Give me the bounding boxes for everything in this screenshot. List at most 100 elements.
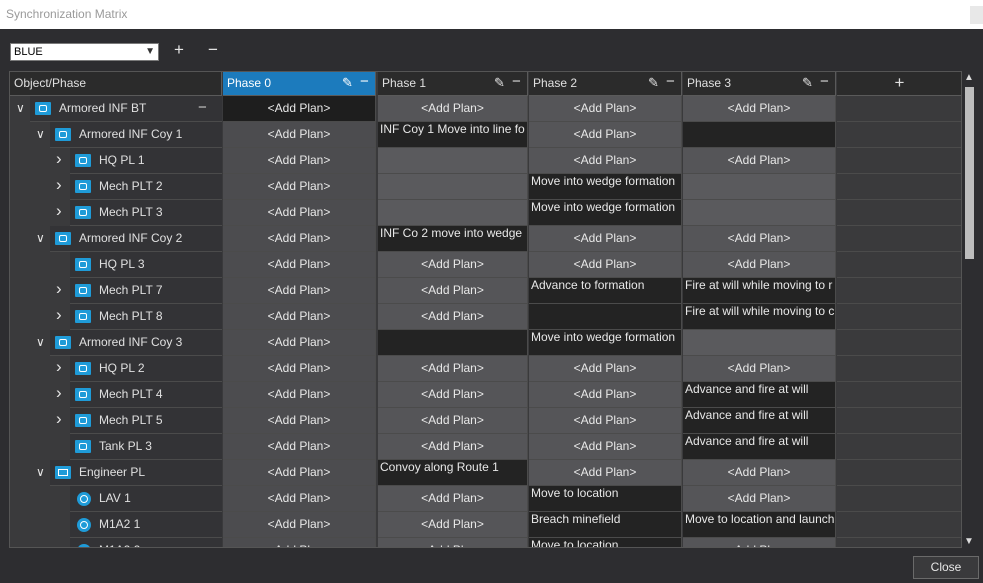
scroll-up-icon[interactable]: ▲ xyxy=(964,72,974,83)
add-plan-button[interactable]: <Add Plan> xyxy=(529,252,682,278)
add-plan-button[interactable]: <Add Plan> xyxy=(683,148,836,174)
tree-row[interactable]: ∨ Armored INF Coy 2 xyxy=(10,226,222,252)
scrollbar-thumb[interactable] xyxy=(965,87,974,259)
pencil-icon[interactable]: ✎ xyxy=(342,72,353,94)
add-plan-button[interactable]: <Add Plan> xyxy=(223,330,376,356)
add-plan-button[interactable]: <Add Plan> xyxy=(683,460,836,486)
add-plan-button[interactable]: <Add Plan> xyxy=(223,460,376,486)
tree-row[interactable]: ∨ Armored INF Coy 3 xyxy=(10,330,222,356)
close-button[interactable]: Close xyxy=(913,556,979,579)
tree-row[interactable]: Tank PL 3 xyxy=(10,434,222,460)
chevron-down-icon[interactable]: ∨ xyxy=(36,122,45,147)
phase-header-1[interactable]: Phase 1 ✎ − xyxy=(378,72,528,96)
add-plan-button[interactable]: <Add Plan> xyxy=(223,382,376,408)
add-plan-button[interactable]: <Add Plan> xyxy=(683,252,836,278)
tree-row[interactable]: M1A2 2 xyxy=(10,538,222,547)
tree-row[interactable]: › Mech PLT 5 xyxy=(10,408,222,434)
add-plan-button[interactable]: <Add Plan> xyxy=(529,434,682,460)
tree-row[interactable]: › Mech PLT 7 xyxy=(10,278,222,304)
remove-phase-icon[interactable]: − xyxy=(820,72,829,93)
chevron-right-icon[interactable]: › xyxy=(56,380,62,405)
tree-row[interactable]: ∨ Armored INF BT − xyxy=(10,95,222,122)
plan-entry[interactable]: Advance and fire at will xyxy=(683,408,836,434)
add-plan-button[interactable]: <Add Plan> xyxy=(378,252,528,278)
add-plan-button[interactable]: <Add Plan> xyxy=(529,382,682,408)
remove-phase-icon[interactable]: − xyxy=(360,72,369,93)
plan-entry[interactable]: INF Co 2 move into wedge xyxy=(378,226,528,252)
chevron-right-icon[interactable]: › xyxy=(56,198,62,223)
plan-entry[interactable]: Convoy along Route 1 xyxy=(378,460,528,486)
plan-entry[interactable]: Advance and fire at will xyxy=(683,434,836,460)
add-plan-button[interactable]: <Add Plan> xyxy=(529,96,682,122)
chevron-down-icon[interactable]: ∨ xyxy=(36,226,45,251)
side-select[interactable]: BLUE ▼ xyxy=(10,43,159,61)
remove-phase-icon[interactable]: − xyxy=(666,72,675,93)
add-plan-button[interactable]: <Add Plan> xyxy=(223,252,376,278)
tree-row[interactable]: › HQ PL 1 xyxy=(10,148,222,174)
add-plan-button[interactable]: <Add Plan> xyxy=(223,96,376,122)
tree-row[interactable]: › Mech PLT 4 xyxy=(10,382,222,408)
scroll-down-icon[interactable]: ▼ xyxy=(964,536,974,547)
add-plan-button[interactable]: <Add Plan> xyxy=(683,226,836,252)
add-plan-button[interactable]: <Add Plan> xyxy=(223,434,376,460)
add-plan-button[interactable]: <Add Plan> xyxy=(378,304,528,330)
add-plan-button[interactable]: <Add Plan> xyxy=(223,356,376,382)
add-plan-button[interactable]: <Add Plan> xyxy=(223,200,376,226)
plan-entry[interactable]: Move into wedge formation xyxy=(529,200,682,226)
add-plan-button[interactable]: <Add Plan> xyxy=(683,486,836,512)
collapse-row-icon[interactable]: − xyxy=(198,95,207,120)
add-plan-button[interactable]: <Add Plan> xyxy=(223,122,376,148)
chevron-right-icon[interactable]: › xyxy=(56,354,62,379)
pencil-icon[interactable]: ✎ xyxy=(648,72,659,94)
plan-entry[interactable]: Fire at will while moving to r xyxy=(683,278,836,304)
tree-row[interactable]: ∨ Armored INF Coy 1 xyxy=(10,122,222,148)
add-phase-button[interactable]: + xyxy=(837,72,961,96)
chevron-down-icon[interactable]: ∨ xyxy=(16,96,25,121)
add-side-button[interactable]: + xyxy=(170,40,188,62)
add-plan-button[interactable]: <Add Plan> xyxy=(223,174,376,200)
plan-entry[interactable]: Move to location and launch xyxy=(683,512,836,538)
tree-row[interactable]: M1A2 1 xyxy=(10,512,222,538)
tree-row[interactable]: › Mech PLT 2 xyxy=(10,174,222,200)
tree-row[interactable]: › Mech PLT 8 xyxy=(10,304,222,330)
add-plan-button[interactable]: <Add Plan> xyxy=(378,382,528,408)
chevron-right-icon[interactable]: › xyxy=(56,406,62,431)
add-plan-button[interactable]: <Add Plan> xyxy=(223,278,376,304)
plan-entry[interactable]: Fire at will while moving to c xyxy=(683,304,836,330)
tree-row[interactable]: ∨ Engineer PL xyxy=(10,460,222,486)
chevron-down-icon[interactable]: ∨ xyxy=(36,460,45,485)
chevron-right-icon[interactable]: › xyxy=(56,146,62,171)
plan-entry[interactable]: INF Coy 1 Move into line fo xyxy=(378,122,528,148)
pencil-icon[interactable]: ✎ xyxy=(802,72,813,94)
remove-phase-icon[interactable]: − xyxy=(512,72,521,93)
plan-entry[interactable]: Move to location xyxy=(529,486,682,512)
add-plan-button[interactable]: <Add Plan> xyxy=(223,148,376,174)
plan-entry[interactable]: Breach minefield xyxy=(529,512,682,538)
add-plan-button[interactable]: <Add Plan> xyxy=(378,356,528,382)
phase-header-0[interactable]: Phase 0 ✎ − xyxy=(223,72,376,96)
add-plan-button[interactable]: <Add Plan> xyxy=(378,486,528,512)
add-plan-button[interactable]: <Add Plan> xyxy=(529,148,682,174)
plan-entry[interactable]: Move to location xyxy=(529,538,682,547)
tree-row[interactable]: LAV 1 xyxy=(10,486,222,512)
add-plan-button[interactable]: <Add Plan> xyxy=(378,278,528,304)
add-plan-button[interactable]: <Add Plan> xyxy=(683,538,836,547)
add-plan-button[interactable]: <Add Plan> xyxy=(223,512,376,538)
phase-header-3[interactable]: Phase 3 ✎ − xyxy=(683,72,836,96)
tree-row[interactable]: HQ PL 3 xyxy=(10,252,222,278)
plan-entry[interactable]: Move into wedge formation xyxy=(529,330,682,356)
add-plan-button[interactable]: <Add Plan> xyxy=(223,538,376,547)
add-plan-button[interactable]: <Add Plan> xyxy=(529,460,682,486)
add-plan-button[interactable]: <Add Plan> xyxy=(378,538,528,547)
add-plan-button[interactable]: <Add Plan> xyxy=(683,356,836,382)
add-plan-button[interactable]: <Add Plan> xyxy=(683,96,836,122)
add-plan-button[interactable]: <Add Plan> xyxy=(378,96,528,122)
phase-header-2[interactable]: Phase 2 ✎ − xyxy=(529,72,682,96)
add-plan-button[interactable]: <Add Plan> xyxy=(223,304,376,330)
tree-row[interactable]: › HQ PL 2 xyxy=(10,356,222,382)
add-plan-button[interactable]: <Add Plan> xyxy=(529,356,682,382)
add-plan-button[interactable]: <Add Plan> xyxy=(529,408,682,434)
add-plan-button[interactable]: <Add Plan> xyxy=(378,408,528,434)
chevron-right-icon[interactable]: › xyxy=(56,276,62,301)
plan-entry[interactable]: Move into wedge formation xyxy=(529,174,682,200)
